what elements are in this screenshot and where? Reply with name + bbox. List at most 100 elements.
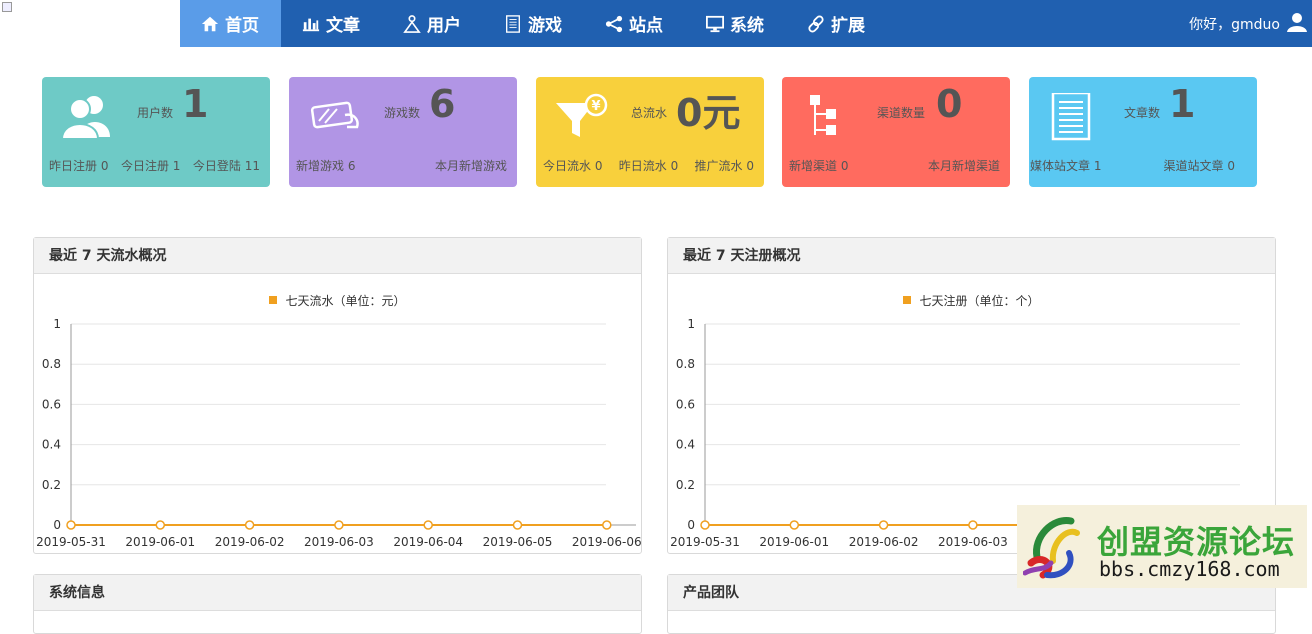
card-footer-item: 本月新增游戏: [434, 159, 507, 173]
card-value: 0元: [676, 91, 741, 135]
card-label: 用户数: [137, 106, 174, 120]
card-footer-item: 今日注册 1: [120, 159, 181, 173]
y-tick-label: 1: [53, 317, 61, 331]
y-tick-label: 0: [687, 518, 695, 532]
card-footer: 媒体站文章 1 渠道站文章 0: [1030, 157, 1235, 174]
user-icon: [402, 14, 422, 34]
card-value: 6: [429, 82, 456, 126]
card-footer-item: 今日流水 0: [543, 159, 603, 173]
logo[interactable]: [0, 0, 180, 47]
y-tick-label: 0.4: [42, 438, 61, 452]
nav-item-label: 扩展: [831, 16, 865, 36]
revenue-line-chart: 0 0.2 0.4 0.6 0.8 1 2019-05-31 2019-06-01 2019-0…: [36, 317, 641, 549]
data-point: [244, 520, 255, 530]
card-label: 总流水: [631, 106, 668, 120]
card-value: 1: [1169, 82, 1196, 126]
x-tick-label: 2019-05-31: [670, 535, 740, 549]
y-tick-label: 0.6: [676, 397, 695, 411]
card-footer: 新增游戏 6 本月新增游戏: [296, 157, 507, 174]
x-tick-label: 2019-06-01: [759, 535, 829, 549]
x-tick-label: 2019-06-03: [304, 535, 374, 549]
y-tick-label: 0.6: [42, 397, 61, 411]
data-point: [700, 520, 710, 530]
card-value: 1: [182, 82, 209, 126]
card-footer-item: 媒体站文章 1: [1030, 159, 1102, 173]
users-icon: [60, 96, 110, 140]
monitor-icon: [705, 14, 725, 34]
y-tick-label: 0.2: [676, 478, 695, 492]
nav-item-articles[interactable]: 文章: [281, 0, 382, 47]
game-icon: [310, 101, 359, 129]
data-point: [334, 520, 344, 530]
y-tick-label: 0.4: [676, 438, 695, 452]
panel-title: 最近 7 天流水概况: [34, 238, 641, 274]
card-footer-item: 渠道站文章 0: [1163, 159, 1235, 173]
stat-card-users[interactable]: 用户数 1 昨日注册 0 今日注册 1 今日登陆 11: [42, 77, 270, 187]
nav-item-system[interactable]: 系统: [685, 0, 786, 47]
system-info-panel: 系统信息: [33, 574, 642, 634]
data-point: [155, 520, 166, 530]
data-point: [512, 520, 523, 530]
forum-logo-icon: [1023, 517, 1080, 579]
bar-chart-icon: [301, 14, 321, 34]
stat-card-revenue[interactable]: ¥ 总流水 0元 今日流水 0 昨日流水 0 推广流水 0: [536, 77, 764, 187]
x-tick-label: 2019-06-06: [572, 535, 641, 549]
nav-item-users[interactable]: 用户: [382, 0, 483, 47]
card-value: 0: [936, 82, 963, 126]
panel-title: 系统信息: [34, 575, 641, 611]
card-footer: 今日流水 0 昨日流水 0 推广流水 0: [543, 157, 754, 174]
nav-item-label: 游戏: [528, 16, 562, 36]
card-footer: 新增渠道 0 本月新增渠道: [789, 157, 1000, 174]
panel-title: 最近 7 天注册概况: [668, 238, 1275, 274]
user-avatar-icon[interactable]: [1286, 11, 1308, 33]
card-footer-item: 新增游戏 6: [296, 159, 356, 173]
card-footer-item: 昨日注册 0: [49, 159, 109, 173]
x-tick-label: 2019-05-31: [36, 535, 106, 549]
nav-item-label: 站点: [629, 16, 663, 36]
sitemap-icon: [810, 95, 836, 135]
x-tick-label: 2019-06-04: [393, 535, 463, 549]
link-icon: [806, 14, 826, 34]
data-point: [66, 520, 76, 530]
y-tick-label: 0.8: [676, 357, 695, 371]
stat-card-channels[interactable]: 渠道数量 0 新增渠道 0 本月新增渠道: [782, 77, 1010, 187]
user-greeting[interactable]: 你好，gmduo: [1189, 14, 1280, 34]
data-point: [968, 520, 978, 530]
data-point: [602, 520, 612, 530]
x-tick-label: 2019-06-03: [938, 535, 1008, 549]
card-footer-item: 昨日流水 0: [618, 159, 679, 173]
x-tick-label: 2019-06-02: [849, 535, 919, 549]
top-navbar: 首页 文章 用户 游戏 站点 系统 扩展 你好，gmduo: [0, 0, 1312, 47]
x-tick-label: 2019-06-05: [483, 535, 553, 549]
card-label: 游戏数: [384, 106, 421, 120]
nav-item-home[interactable]: 首页: [180, 0, 281, 47]
home-icon: [200, 14, 220, 34]
nav-item-games[interactable]: 游戏: [483, 0, 584, 47]
data-point: [789, 520, 800, 530]
card-footer: 昨日注册 0 今日注册 1 今日登陆 11: [49, 157, 260, 174]
y-tick-label: 0.8: [42, 357, 61, 371]
stat-card-articles[interactable]: 文章数 1 媒体站文章 1 渠道站文章 0: [1029, 77, 1257, 187]
broken-image-icon: [2, 2, 12, 12]
revenue-chart-panel: 最近 7 天流水概况 七天流水（单位：元） 0 0.2 0.4 0.6 0.8 1 2019…: [33, 237, 642, 554]
card-label: 文章数: [1124, 106, 1161, 120]
nav-item-sites[interactable]: 站点: [584, 0, 685, 47]
watermark-url: bbs.cmzy168.com: [1099, 557, 1280, 581]
card-footer-item: 今日登陆 11: [192, 159, 260, 173]
main-menu: 首页 文章 用户 游戏 站点 系统 扩展: [180, 0, 887, 47]
x-tick-label: 2019-06-01: [125, 535, 195, 549]
data-point: [423, 520, 433, 530]
nav-item-label: 用户: [427, 16, 461, 36]
data-point: [878, 520, 889, 530]
y-tick-label: 0.2: [42, 478, 61, 492]
funnel-yen-icon: ¥: [556, 93, 608, 137]
article-icon: [1051, 93, 1091, 141]
stat-card-games[interactable]: 游戏数 6 新增游戏 6 本月新增游戏: [289, 77, 517, 187]
share-icon: [604, 14, 624, 34]
watermark: 创盟资源论坛 bbs.cmzy168.com: [1017, 505, 1307, 588]
y-tick-label: 1: [687, 317, 695, 331]
nav-item-extensions[interactable]: 扩展: [786, 0, 887, 47]
card-footer-item: 本月新增渠道: [927, 159, 1000, 173]
y-tick-label: 0: [53, 518, 61, 532]
svg-text:¥: ¥: [591, 99, 600, 114]
